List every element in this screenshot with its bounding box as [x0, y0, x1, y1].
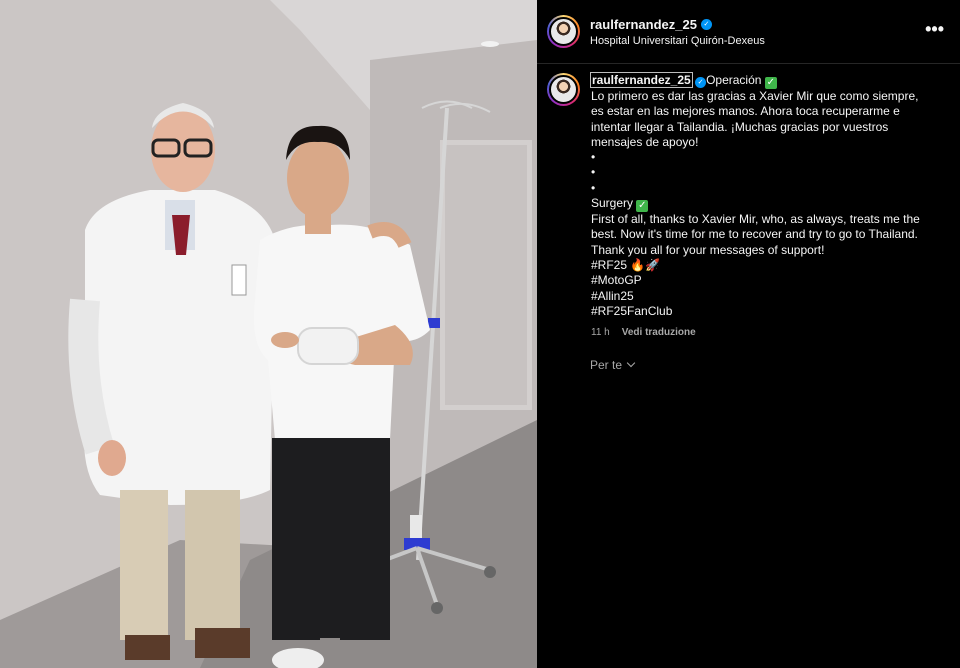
username-row: raulfernandez_25 ✓: [590, 17, 765, 32]
translate-link[interactable]: Vedi traduzione: [622, 325, 696, 340]
post-time[interactable]: 11 h: [591, 325, 610, 340]
caption-dot: •: [591, 165, 596, 180]
header-text: raulfernandez_25 ✓ Hospital Universitari…: [590, 17, 765, 47]
caption-line: intentar llegar a Tailandia. ¡Muchas gra…: [591, 119, 889, 134]
caption-line: First of all, thanks to Xavier Mir, who,…: [591, 212, 920, 227]
instagram-post-view: raulfernandez_25 ✓ Hospital Universitari…: [0, 0, 960, 668]
caption-line: best. Now it's time for me to recover an…: [591, 227, 918, 242]
profile-avatar[interactable]: [547, 15, 580, 48]
avatar-image: [549, 17, 578, 46]
caption-title: Operación: [706, 73, 762, 87]
caption-avatar[interactable]: [547, 73, 580, 106]
caption-line: Thank you all for your messages of suppo…: [591, 242, 825, 257]
check-mark-icon: ✓: [636, 200, 649, 213]
photo-illustration: [0, 0, 537, 668]
caption-username[interactable]: raulfernandez_25: [590, 72, 693, 88]
caption-block: raulfernandez_25 ✓ Operación ✓ Lo primero…: [547, 72, 947, 340]
hashtag-link[interactable]: #Allin25: [591, 289, 941, 304]
post-details-panel: raulfernandez_25 ✓ Hospital Universitari…: [537, 0, 960, 668]
check-mark-icon: ✓: [764, 77, 777, 89]
caption-english-title-line: Surgery ✓: [591, 196, 941, 213]
hashtag-link[interactable]: #RF25 🔥🚀: [591, 258, 941, 273]
post-header: raulfernandez_25 ✓ Hospital Universitari…: [537, 0, 960, 64]
post-photo[interactable]: [0, 0, 537, 668]
caption-dot: •: [591, 180, 596, 195]
avatar-image: [549, 75, 578, 104]
caption-line: Lo primero es dar las gracias a Xavier M…: [591, 89, 919, 103]
caption-first-line: raulfernandez_25 ✓ Operación ✓: [590, 72, 941, 89]
caption-english-title: Surgery: [591, 196, 634, 211]
caption-text: raulfernandez_25 ✓ Operación ✓ Lo primero…: [590, 72, 941, 340]
hashtag-link[interactable]: #MotoGP: [591, 273, 941, 288]
caption-line: es estar en las mejores manos. Ahora toc…: [591, 104, 900, 119]
verified-badge-icon: ✓: [695, 77, 707, 88]
caption-meta-row: 11 h Vedi traduzione: [591, 325, 941, 340]
caption-line: mensajes de apoyo!: [591, 134, 699, 149]
more-options-icon[interactable]: •••: [925, 20, 944, 38]
hashtag-link[interactable]: #RF25FanClub: [591, 304, 941, 319]
for-you-dropdown[interactable]: Per te: [590, 358, 636, 372]
verified-badge-icon: ✓: [700, 18, 712, 30]
caption-dot: •: [591, 150, 596, 165]
for-you-label: Per te: [590, 358, 623, 372]
header-username[interactable]: raulfernandez_25: [590, 17, 697, 32]
chevron-down-icon: [626, 358, 636, 368]
post-location[interactable]: Hospital Universitari Quirón-Dexeus: [590, 35, 765, 47]
